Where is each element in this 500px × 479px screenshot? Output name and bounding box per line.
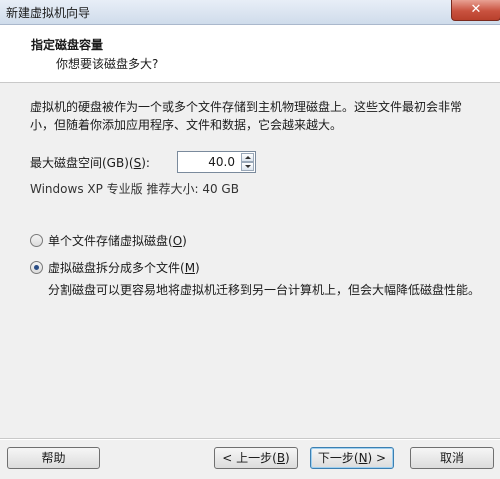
- page-subtitle: 你想要该磁盘多大?: [56, 57, 159, 71]
- single-file-label: 单个文件存储虚拟磁盘(O): [48, 233, 187, 248]
- title-bar: 新建虚拟机向导 ✕: [0, 0, 500, 25]
- single-file-option[interactable]: 单个文件存储虚拟磁盘(O): [30, 232, 187, 248]
- help-button[interactable]: 帮助: [7, 447, 100, 469]
- divider: [0, 438, 500, 440]
- disk-size-value[interactable]: 40.0: [208, 155, 235, 169]
- recommended-size: Windows XP 专业版 推荐大小: 40 GB: [30, 182, 239, 196]
- disk-size-stepper[interactable]: 40.0: [177, 151, 256, 173]
- split-files-option[interactable]: 虚拟磁盘拆分成多个文件(M): [30, 259, 200, 275]
- split-files-label: 虚拟磁盘拆分成多个文件(M): [48, 260, 200, 275]
- next-button[interactable]: 下一步(N) >: [310, 447, 394, 469]
- radio-checked-icon[interactable]: [30, 260, 43, 274]
- window-title: 新建虚拟机向导: [6, 6, 91, 20]
- increment-icon[interactable]: [241, 153, 254, 162]
- split-hint-text: 分割磁盘可以更容易地将虚拟机迁移到另一台计算机上，但会大幅降低磁盘性能。: [48, 283, 481, 297]
- disk-size-label: 最大磁盘空间(GB)(S):: [30, 156, 150, 170]
- close-button[interactable]: ✕: [451, 0, 500, 21]
- cancel-button[interactable]: 取消: [410, 447, 494, 469]
- wizard-header: 指定磁盘容量 你想要该磁盘多大?: [0, 25, 500, 83]
- back-button[interactable]: < 上一步(B): [214, 447, 298, 469]
- decrement-icon[interactable]: [241, 162, 254, 171]
- description-text: 虚拟机的硬盘被作为一个或多个文件存储到主机物理磁盘上。这些文件最初会非常小，但随…: [30, 100, 463, 132]
- radio-unchecked-icon[interactable]: [30, 233, 43, 247]
- page-title: 指定磁盘容量: [31, 38, 104, 52]
- close-icon: ✕: [470, 2, 482, 17]
